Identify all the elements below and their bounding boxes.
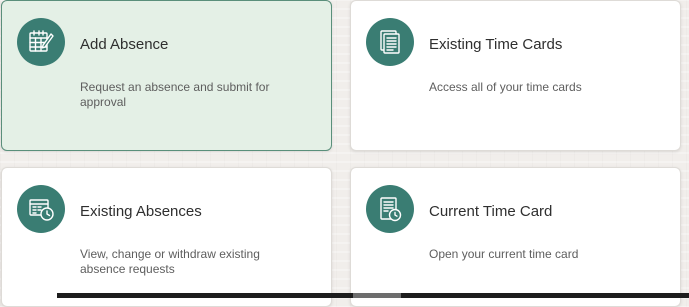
card-description: Access all of your time cards: [429, 80, 582, 94]
calendar-edit-icon: [17, 18, 65, 66]
document-stack-icon: [366, 18, 414, 66]
current-time-card-card[interactable]: Current Time Card Open your current time…: [350, 167, 681, 307]
document-clock-icon: [366, 185, 414, 233]
card-description: Open your current time card: [429, 247, 579, 261]
calendar-clock-icon: [17, 185, 65, 233]
card-description: View, change or withdraw existing absenc…: [80, 247, 260, 276]
card-description: Request an absence and submit for approv…: [80, 80, 270, 109]
existing-absences-card[interactable]: Existing Absences View, change or withdr…: [1, 167, 332, 307]
horizontal-scrollbar[interactable]: [57, 293, 689, 298]
add-absence-card[interactable]: Add Absence Request an absence and submi…: [1, 0, 332, 151]
scrollbar-thumb[interactable]: [353, 293, 401, 298]
existing-time-cards-card[interactable]: Existing Time Cards Access all of your t…: [350, 0, 681, 151]
card-title: Existing Time Cards: [429, 36, 563, 53]
card-title: Add Absence: [80, 36, 169, 53]
card-title: Current Time Card: [429, 203, 553, 220]
card-title: Existing Absences: [80, 203, 202, 220]
